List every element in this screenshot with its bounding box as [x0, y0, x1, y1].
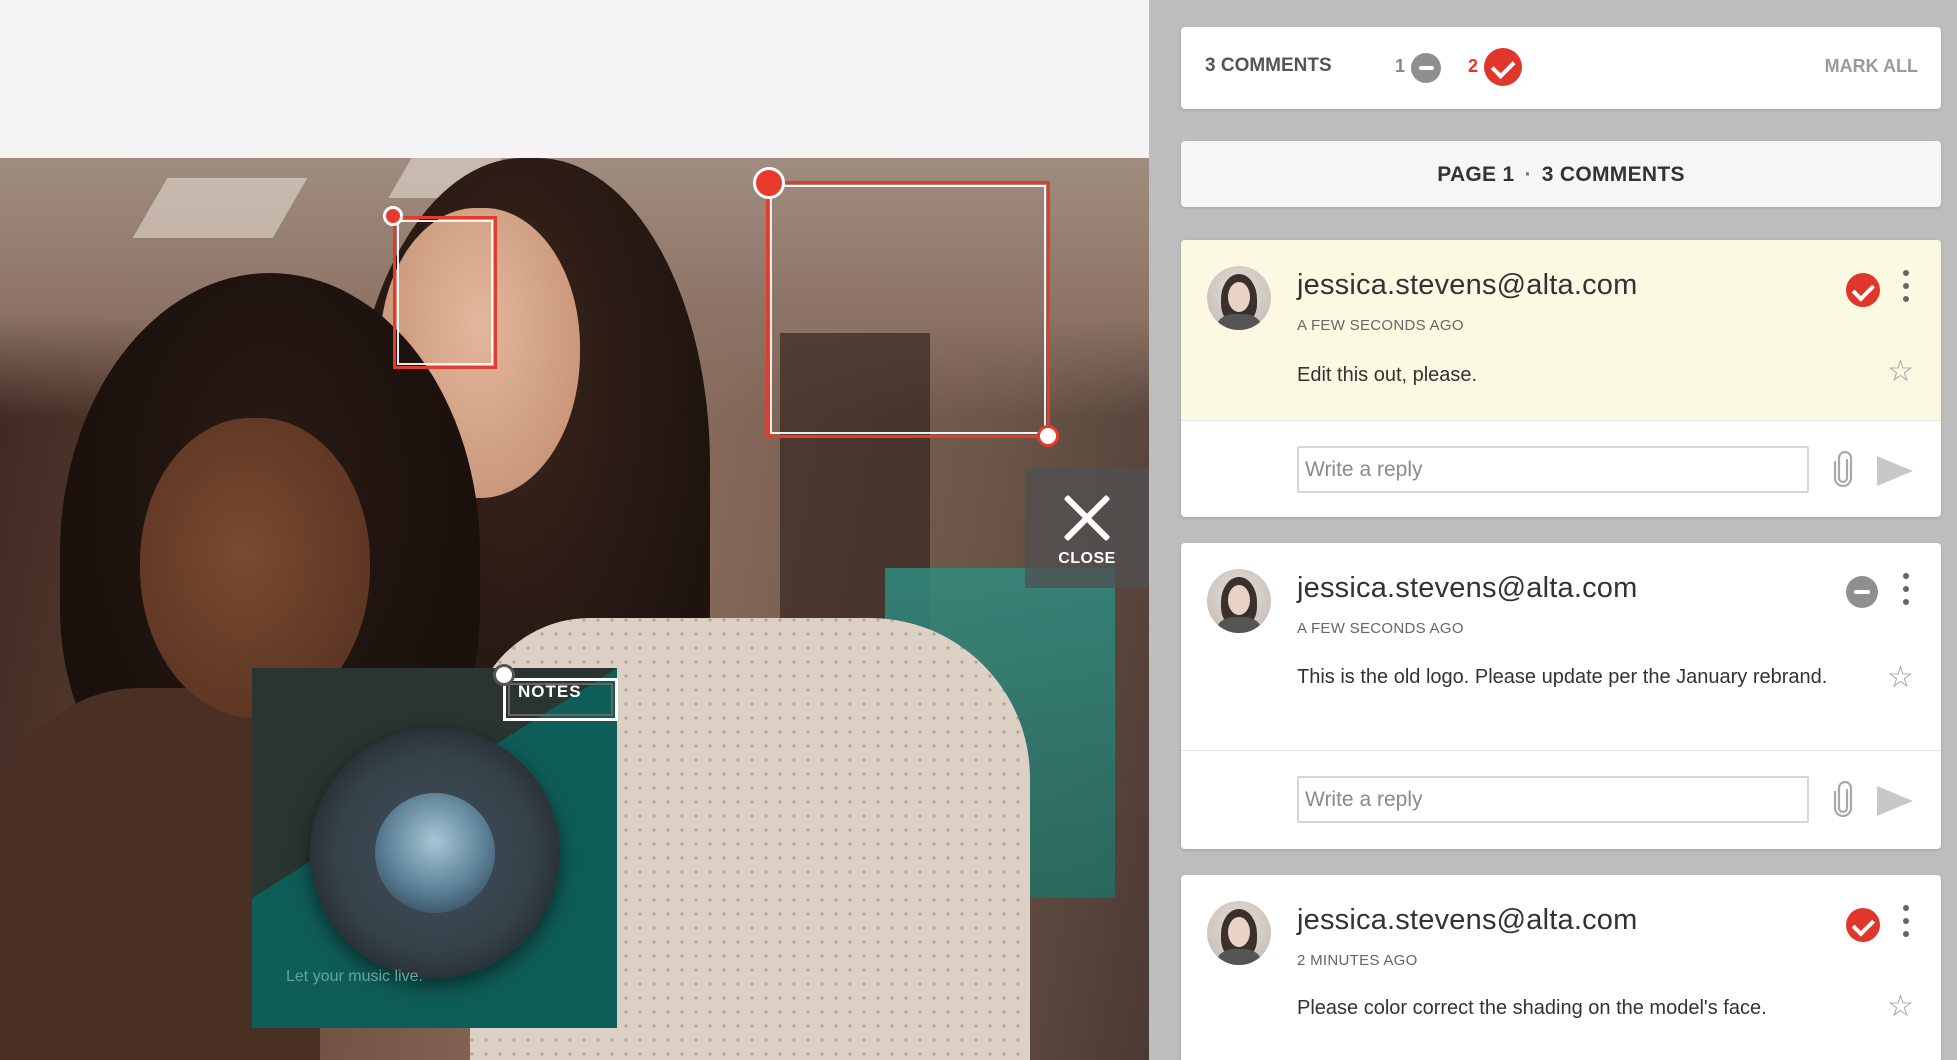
kebab-menu-icon[interactable] [1902, 573, 1910, 607]
comments-count: 3 COMMENTS [1205, 55, 1332, 76]
close-label: CLOSE [1058, 550, 1116, 567]
comment-time: A FEW SECONDS AGO [1297, 620, 1464, 637]
comment-card[interactable]: jessica.stevens@alta.com A FEW SECONDS A… [1181, 543, 1941, 849]
annotation-handle[interactable] [1037, 425, 1059, 447]
comments-summary-bar: 3 COMMENTS 1 2 MARK ALL [1181, 27, 1941, 109]
page-header: PAGE 1 · 3 COMMENTS [1181, 141, 1941, 207]
send-icon[interactable] [1877, 456, 1913, 486]
send-icon[interactable] [1877, 786, 1913, 816]
open-count[interactable]: 1 [1395, 56, 1405, 77]
avatar [1207, 266, 1271, 330]
comment-card[interactable]: jessica.stevens@alta.com 2 MINUTES AGO P… [1181, 875, 1941, 1060]
comment-text: Edit this out, please. [1297, 364, 1478, 386]
page-comment-count: 3 COMMENTS [1541, 163, 1685, 186]
check-circle-icon[interactable] [1484, 48, 1522, 86]
resolved-count[interactable]: 2 [1468, 56, 1478, 77]
comment-card[interactable]: jessica.stevens@alta.com A FEW SECONDS A… [1181, 240, 1941, 517]
annotation-handle[interactable] [753, 167, 785, 199]
viewer-toolbar [0, 0, 1149, 158]
avatar [1207, 901, 1271, 965]
star-icon[interactable]: ☆ [1887, 992, 1914, 1022]
kebab-menu-icon[interactable] [1902, 905, 1910, 939]
page-separator: · [1524, 163, 1532, 186]
check-circle-icon[interactable] [1846, 908, 1880, 942]
comment-author: jessica.stevens@alta.com [1297, 572, 1638, 604]
comment-text: This is the old logo. Please update per … [1297, 666, 1828, 688]
close-button[interactable]: CLOSE [1025, 468, 1149, 588]
annotation-notes-label: NOTES [518, 682, 582, 701]
paperclip-icon[interactable] [1832, 781, 1854, 817]
annotation-handle[interactable] [493, 664, 515, 686]
reply-row [1181, 421, 1941, 517]
product-screen [375, 793, 495, 913]
comment-author: jessica.stevens@alta.com [1297, 269, 1638, 301]
star-icon[interactable]: ☆ [1887, 663, 1914, 693]
minus-circle-icon[interactable] [1411, 53, 1441, 83]
paperclip-icon[interactable] [1832, 451, 1854, 487]
page-label: PAGE 1 [1437, 163, 1515, 186]
minus-circle-icon[interactable] [1846, 576, 1878, 608]
product-box-text: Let your music live. [286, 968, 423, 985]
reply-input[interactable] [1297, 776, 1809, 823]
check-circle-icon[interactable] [1846, 273, 1880, 307]
reply-input[interactable] [1297, 446, 1809, 493]
comment-time: 2 MINUTES AGO [1297, 952, 1418, 969]
comments-panel: 3 COMMENTS 1 2 MARK ALL PAGE 1 · 3 COMMENT… [1149, 0, 1957, 1060]
reply-row [1181, 751, 1941, 847]
comment-time: A FEW SECONDS AGO [1297, 317, 1464, 334]
kebab-menu-icon[interactable] [1902, 270, 1910, 304]
annotation-box-face[interactable] [393, 216, 497, 369]
annotation-box-logo[interactable] [766, 181, 1050, 438]
close-icon [1061, 492, 1113, 544]
comment-text: Please color correct the shading on the … [1297, 997, 1767, 1019]
mark-all-button[interactable]: MARK ALL [1825, 56, 1918, 77]
star-icon[interactable]: ☆ [1887, 357, 1914, 387]
avatar [1207, 569, 1271, 633]
comment-author: jessica.stevens@alta.com [1297, 904, 1638, 936]
annotation-handle[interactable] [383, 206, 403, 226]
